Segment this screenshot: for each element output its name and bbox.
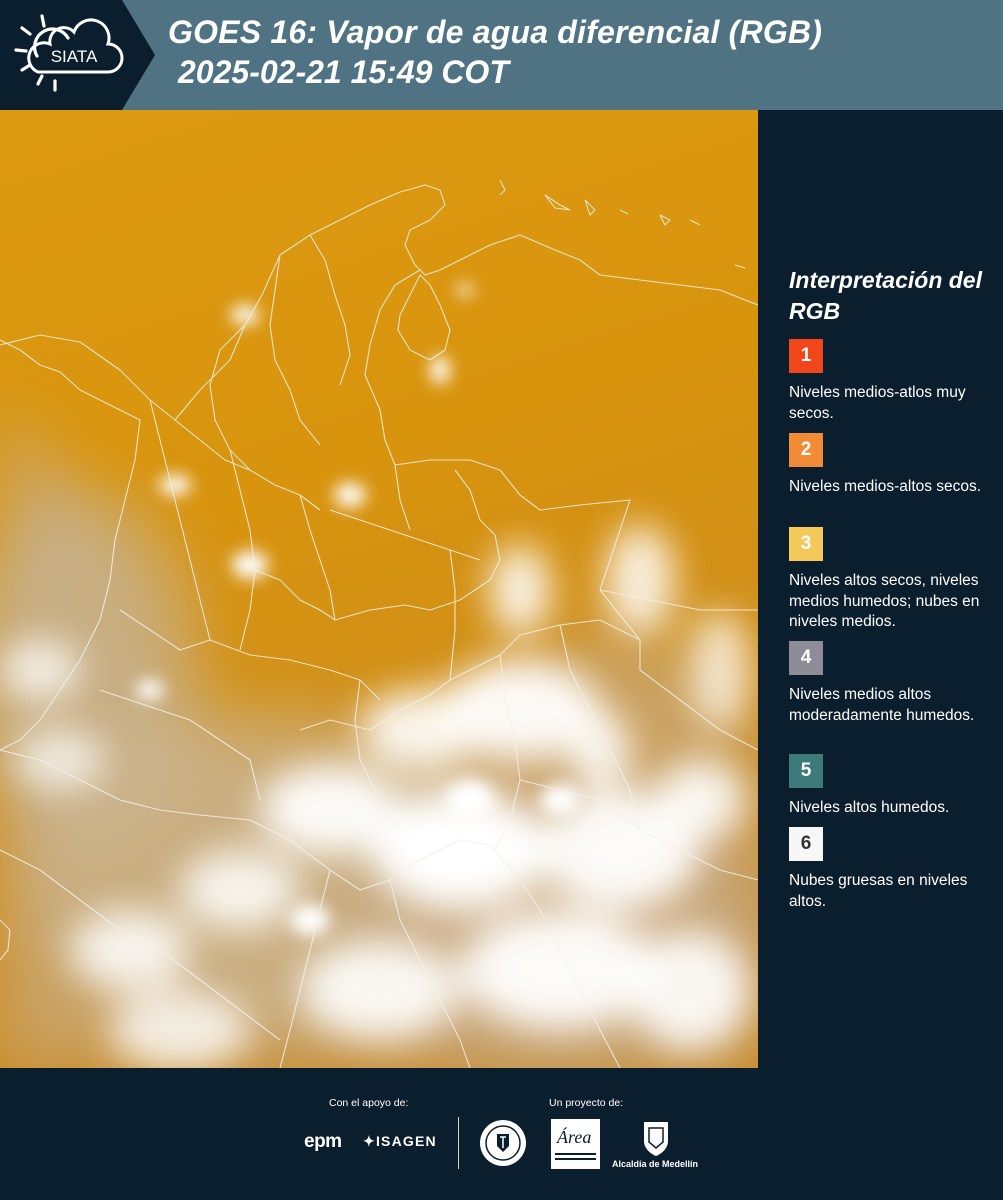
legend-description: Niveles medios-altos secos. <box>789 478 982 495</box>
legend-description: Niveles medios-atlos muy secos. <box>789 384 966 422</box>
siata-logo: SIATA <box>0 0 160 110</box>
siata-logo-text: SIATA <box>51 47 98 66</box>
seal-icon <box>478 1118 528 1168</box>
support-label: Con el apoyo de: <box>329 1097 409 1109</box>
legend-swatch: 4 <box>789 641 823 675</box>
legend-item-5: 5 Niveles altos humedos. <box>789 754 999 819</box>
area-metropolitana-logo: Área <box>551 1119 600 1169</box>
legend-item-6: 6 Nubes gruesas en niveles altos. <box>789 827 999 912</box>
legend-description: Niveles altos secos, niveles medios hume… <box>789 572 980 630</box>
legend-description: Nubes gruesas en niveles altos. <box>789 872 968 910</box>
alcaldia-shield-icon <box>641 1119 671 1157</box>
legend-panel: Interpretación del RGB 1 Niveles medios-… <box>760 110 1003 1068</box>
legend-swatch: 3 <box>789 527 823 561</box>
legend-description: Niveles medios altos moderadamente humed… <box>789 686 975 724</box>
page-timestamp: 2025-02-21 15:49 COT <box>178 54 509 90</box>
legend-swatch: 6 <box>789 827 823 861</box>
legend-item-4: 4 Niveles medios altos moderadamente hum… <box>789 641 999 726</box>
legend-swatch: 5 <box>789 754 823 788</box>
isagen-mark-icon: ✦ <box>363 1133 376 1149</box>
area-logo-text: Área <box>557 1127 592 1147</box>
isagen-logo: ✦ISAGEN <box>363 1133 437 1150</box>
legend-item-1: 1 Niveles medios-atlos muy secos. <box>789 339 999 424</box>
legend-title: Interpretación del RGB <box>789 267 982 324</box>
isagen-logo-text: ISAGEN <box>375 1133 437 1149</box>
header: SIATA GOES 16: Vapor de agua diferencial… <box>0 0 1003 110</box>
project-label: Un proyecto de: <box>549 1097 624 1109</box>
page-title: GOES 16: Vapor de agua diferencial (RGB) <box>168 14 823 50</box>
epm-logo: epm <box>304 1131 342 1152</box>
legend-item-2: 2 Niveles medios-altos secos. <box>789 433 999 498</box>
legend-swatch: 1 <box>789 339 823 373</box>
satellite-image <box>0 110 758 1068</box>
area-logo-line <box>555 1158 596 1160</box>
legend-item-3: 3 Niveles altos secos, niveles medios hu… <box>789 527 999 633</box>
footer-divider <box>458 1117 459 1169</box>
legend-description: Niveles altos humedos. <box>789 799 950 816</box>
legend-swatch: 2 <box>789 433 823 467</box>
area-logo-line <box>555 1153 596 1155</box>
footer: Con el apoyo de: Un proyecto de: epm ✦IS… <box>0 1068 1003 1200</box>
alcaldia-label: Alcaldía de Medellín <box>612 1159 699 1169</box>
